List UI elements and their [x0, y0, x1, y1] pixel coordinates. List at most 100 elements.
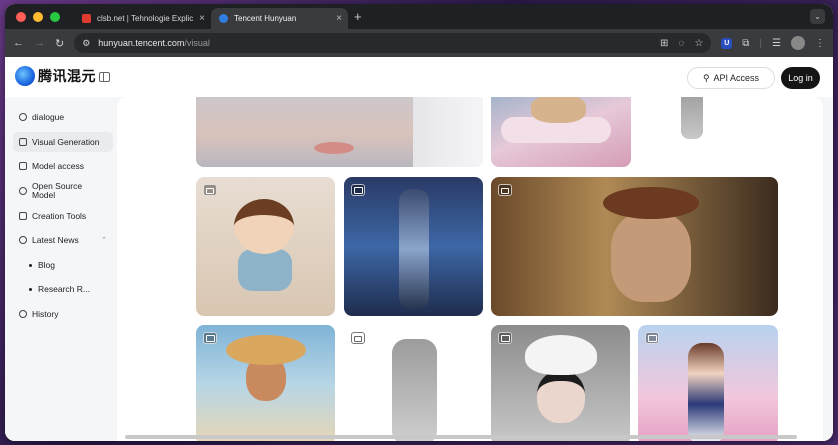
gallery-card-felt-doll[interactable]: [196, 177, 335, 316]
divider: |: [759, 37, 763, 49]
gallery-card-cat-on-cloud[interactable]: [491, 97, 631, 167]
sidebar-item-label: Latest News: [32, 234, 79, 245]
forward-icon[interactable]: →: [34, 37, 45, 49]
card-image-hat: [525, 335, 597, 375]
window-controls: [16, 11, 60, 22]
tab-bar: clsb.net | Tehnologie Explicată × Tencen…: [5, 4, 833, 29]
gallery-card-robot-figure[interactable]: [344, 325, 483, 441]
bullet-icon: [29, 287, 32, 291]
sidebar-subitem-label: Blog: [38, 260, 56, 270]
card-image-robot: [399, 189, 429, 309]
sidebar-item-open-source-model[interactable]: Open Source Model: [13, 181, 113, 201]
image-badge-icon: [498, 332, 512, 344]
site-header: 腾讯混元 ⚲ API Access Log in: [5, 57, 833, 97]
eye-off-icon[interactable]: ◌: [678, 38, 684, 49]
video-badge-icon: [498, 184, 512, 196]
more-menu-icon[interactable]: ⋮: [815, 38, 825, 49]
browser-window: clsb.net | Tehnologie Explicată × Tencen…: [5, 4, 833, 441]
hunyuan-logo[interactable]: 腾讯混元: [15, 66, 96, 86]
logo-text: 腾讯混元: [38, 68, 96, 84]
sidebar-subitem-blog[interactable]: Blog: [29, 255, 55, 275]
extensions-puzzle-icon[interactable]: ⧉: [742, 38, 749, 49]
sparkle-icon: [19, 236, 27, 244]
api-access-button[interactable]: ⚲ API Access: [687, 67, 775, 89]
site-info-icon[interactable]: ⚙: [82, 38, 90, 49]
chat-icon: [19, 113, 27, 121]
card-image-hair: [413, 97, 483, 167]
minimize-window-button[interactable]: [33, 11, 43, 22]
horizontal-scrollbar[interactable]: [125, 435, 797, 439]
api-access-label: API Access: [713, 73, 760, 83]
tab-clsb[interactable]: clsb.net | Tehnologie Explicată ×: [74, 8, 211, 29]
sidebar-item-latest-news[interactable]: Latest News ⌃: [13, 230, 113, 250]
chevron-up-icon[interactable]: ⌃: [101, 236, 107, 244]
reload-icon[interactable]: ↻: [55, 37, 64, 50]
bullet-icon: [29, 263, 32, 267]
gallery-card-girl-sunhat[interactable]: [196, 325, 335, 441]
card-image-girl: [688, 343, 724, 441]
history-icon: [19, 310, 27, 318]
sidebar: dialogue Visual Generation Model access …: [5, 97, 117, 441]
sidebar-item-label: Open Source Model: [32, 181, 83, 200]
image-icon: [19, 138, 27, 146]
sidebar-subitem-label: Research R...: [38, 284, 90, 294]
close-window-button[interactable]: [16, 11, 26, 22]
sidebar-item-label: History: [32, 308, 59, 319]
video-badge-icon: [351, 332, 365, 344]
gallery-card-anime-girl-sakura[interactable]: [638, 325, 778, 441]
sidebar-item-visual-generation[interactable]: Visual Generation: [13, 132, 113, 152]
page: 腾讯混元 ⚲ API Access Log in dialogue Visual…: [5, 57, 833, 441]
login-button[interactable]: Log in: [781, 67, 820, 89]
close-tab-icon[interactable]: ×: [199, 13, 205, 24]
sidebar-item-label: Visual Generation: [32, 136, 100, 147]
translate-icon[interactable]: ⊞: [660, 38, 668, 49]
sidebar-subitem-research[interactable]: Research R...: [29, 279, 90, 299]
card-image-face: [611, 212, 691, 302]
tab-title: Tencent Hunyuan: [234, 14, 297, 23]
sidebar-item-model-access[interactable]: Model access: [13, 156, 113, 176]
card-image-figure: [681, 97, 703, 139]
gallery-card-old-man-beret[interactable]: [491, 177, 778, 316]
close-tab-icon[interactable]: ×: [336, 13, 342, 24]
extension-u-icon[interactable]: U: [721, 37, 733, 49]
card-image-cat: [531, 97, 586, 123]
image-badge-icon: [203, 332, 217, 344]
bookmark-star-icon[interactable]: ☆: [694, 38, 703, 49]
card-image-beret: [603, 187, 699, 219]
sidebar-item-history[interactable]: History: [13, 304, 113, 324]
tools-icon: [19, 212, 27, 220]
clsb-favicon-icon: [82, 14, 91, 23]
gallery-card-girl-white-hat[interactable]: [491, 325, 630, 441]
tab-title: clsb.net | Tehnologie Explicată: [97, 14, 194, 23]
maximize-window-button[interactable]: [50, 11, 60, 22]
back-icon[interactable]: ←: [13, 37, 24, 49]
card-image-face: [537, 371, 585, 423]
gallery-card-portrait-closeup[interactable]: [196, 97, 483, 167]
card-image-figure: [392, 339, 437, 441]
image-badge-icon: [645, 332, 659, 344]
url-host: hunyuan.tencent.com: [98, 38, 185, 48]
new-tab-icon[interactable]: +: [354, 9, 362, 24]
hunyuan-logo-icon: [15, 66, 35, 86]
gallery-card-walking-figure[interactable]: [649, 97, 739, 167]
gallery-card-cyber-robot[interactable]: [344, 177, 483, 316]
hunyuan-favicon-icon: [219, 14, 228, 23]
tab-search-icon[interactable]: ⌄: [810, 9, 825, 24]
open-source-icon: [19, 187, 27, 195]
sidebar-item-label: dialogue: [32, 111, 65, 122]
grid-icon: [19, 162, 27, 170]
sidebar-item-dialogue[interactable]: dialogue: [13, 107, 113, 127]
card-image-lips: [314, 142, 354, 154]
link-icon: ⚲: [702, 72, 710, 83]
card-image-body: [238, 249, 292, 291]
sidebar-item-creation-tools[interactable]: Creation Tools: [13, 206, 113, 226]
profile-avatar[interactable]: [791, 36, 805, 50]
tab-hunyuan[interactable]: Tencent Hunyuan ×: [211, 8, 348, 29]
sidebar-item-label: Creation Tools: [32, 210, 87, 221]
sidebar-toggle-icon[interactable]: [99, 72, 110, 82]
video-badge-icon: [203, 184, 217, 196]
url-path: /visual: [184, 38, 210, 48]
gallery: [117, 97, 823, 441]
address-bar[interactable]: ⚙ hunyuan.tencent.com/visual ⊞ ◌ ☆: [74, 33, 712, 53]
reading-list-icon[interactable]: ☰: [772, 38, 781, 49]
